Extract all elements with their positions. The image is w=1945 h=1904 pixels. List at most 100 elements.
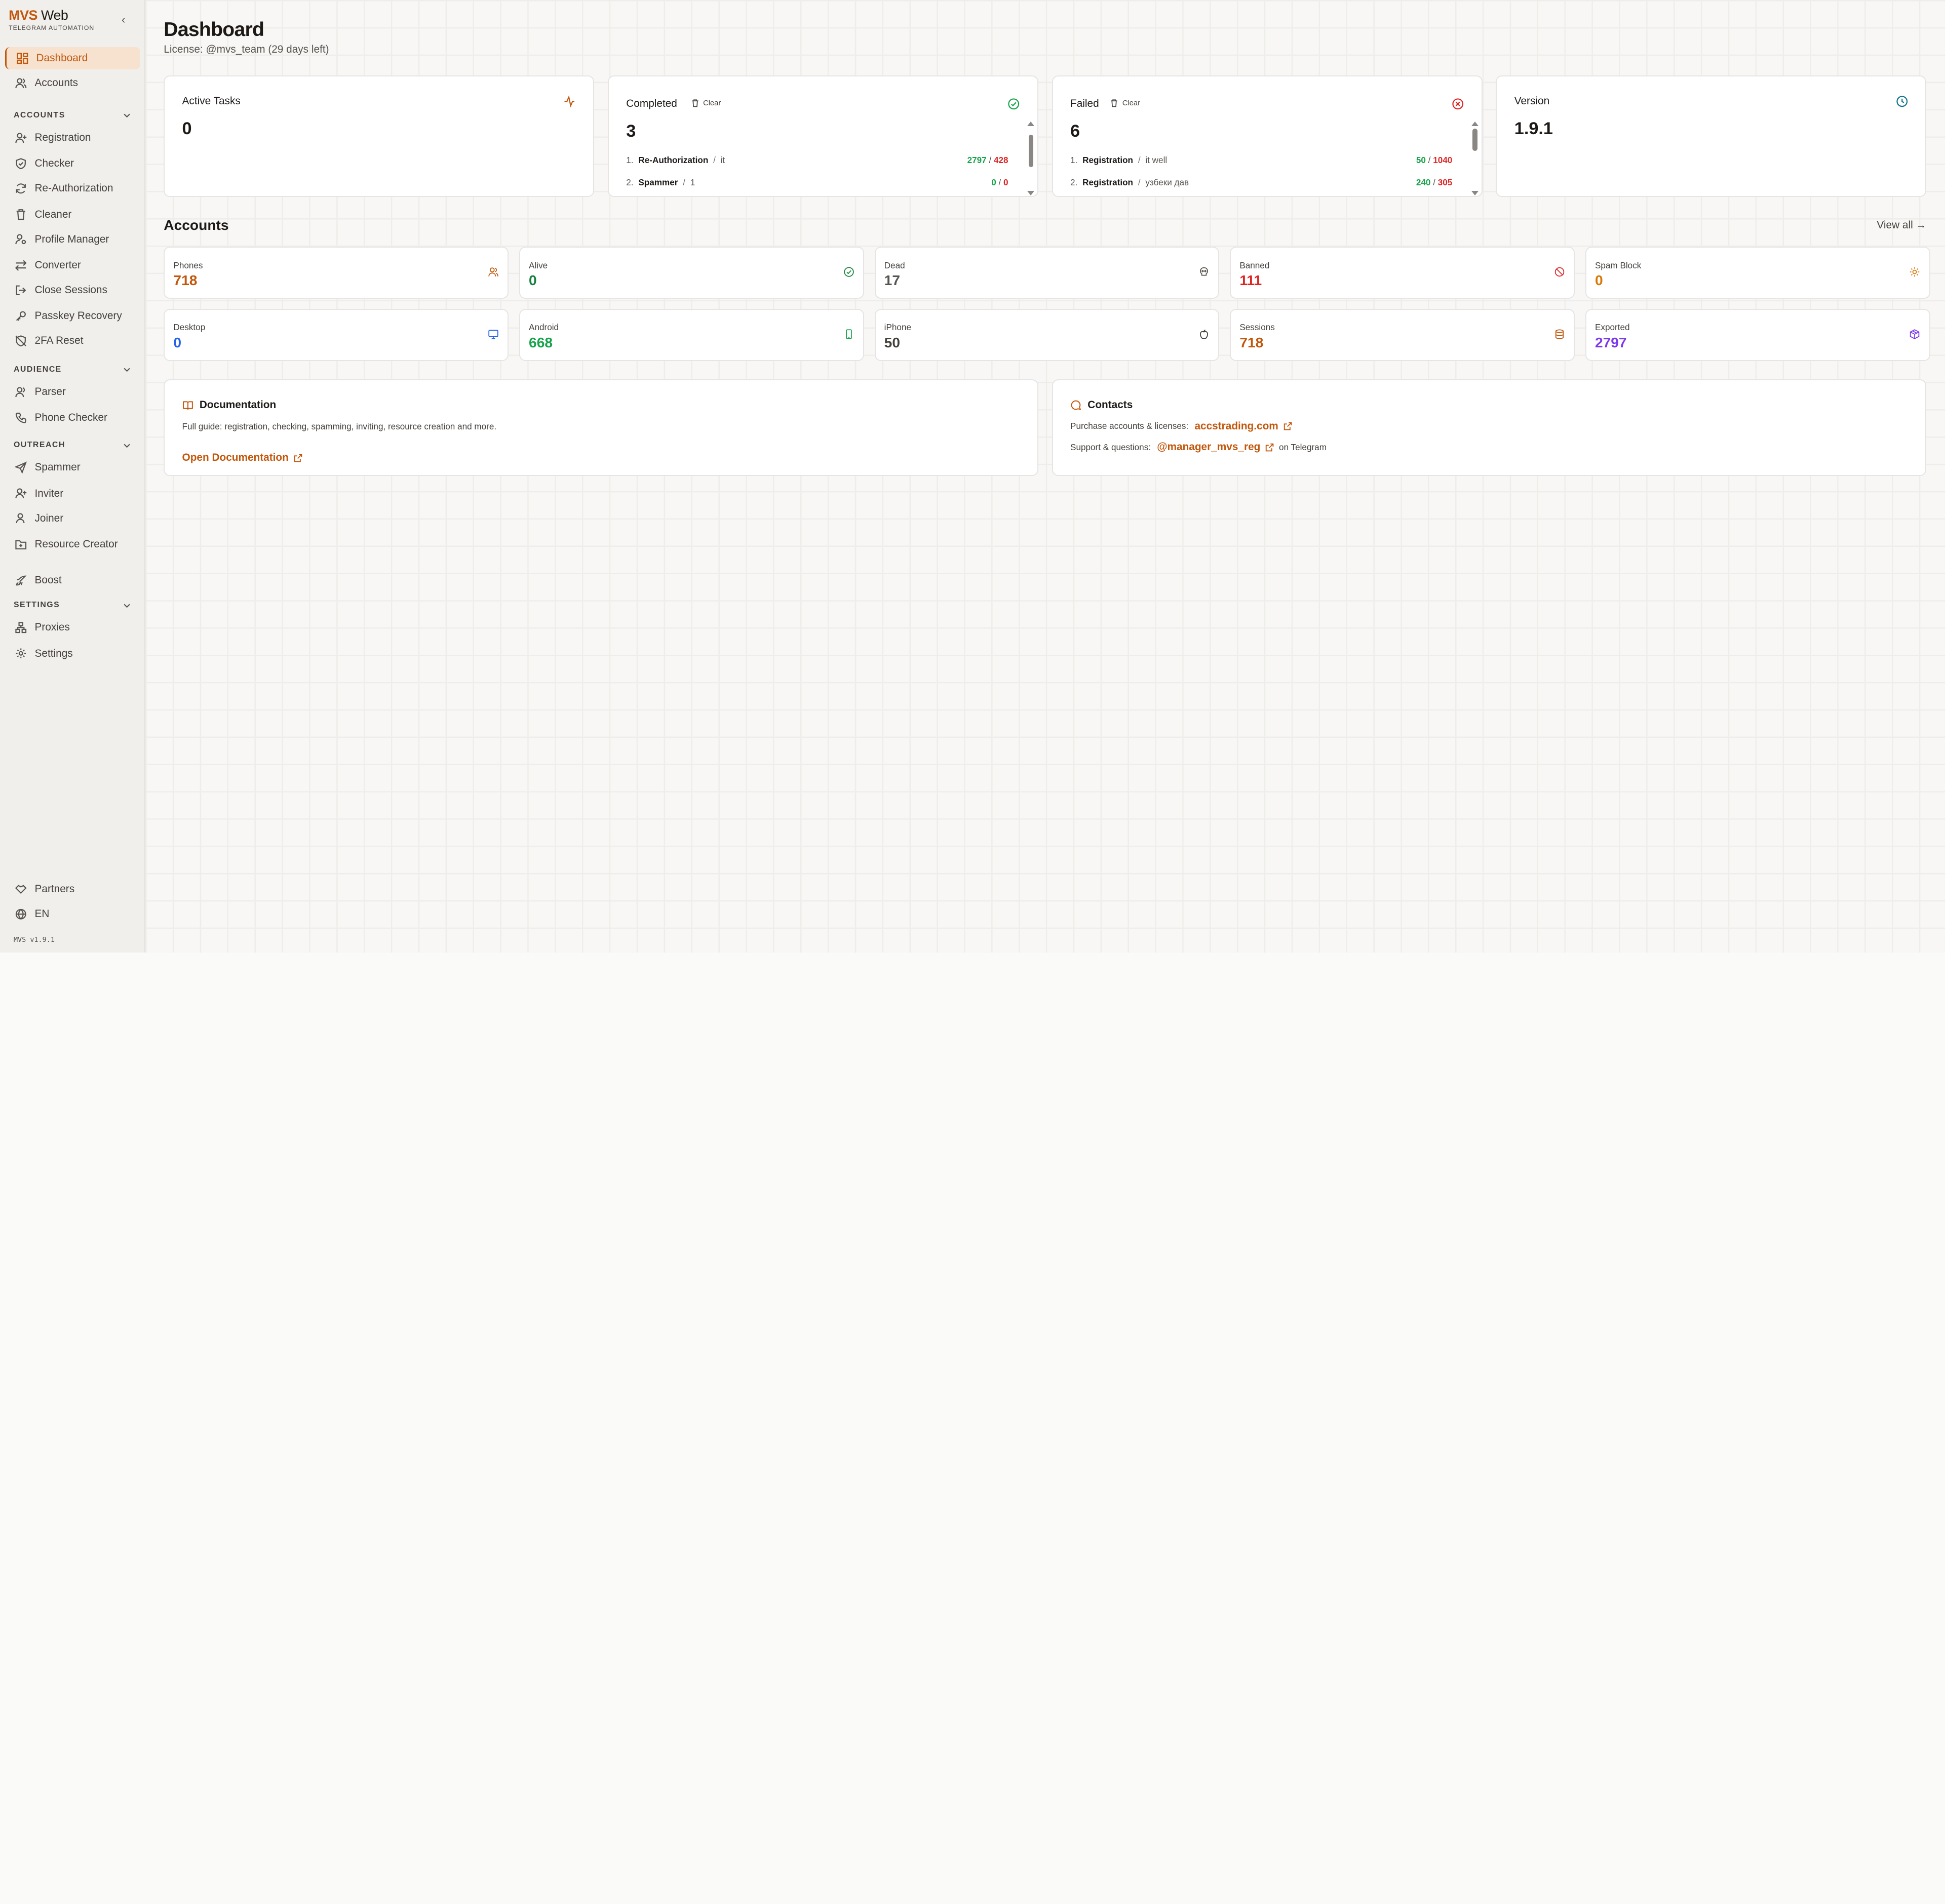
card-title: Contacts	[1070, 399, 1133, 411]
row-task: Registration	[1082, 154, 1134, 165]
metric-value: 718	[173, 272, 198, 289]
metric-label: Banned	[1239, 260, 1270, 270]
metric-value: 2797	[1594, 334, 1627, 350]
card-value: 6	[1070, 121, 1080, 141]
metric-card-exported[interactable]: Exported 2797	[1585, 308, 1930, 361]
row-sub: узбеки дав	[1145, 177, 1189, 187]
metric-card-spam-block[interactable]: Spam Block 0	[1585, 247, 1930, 299]
sidebar-item-accounts[interactable]: Accounts	[5, 72, 140, 94]
clock-icon	[1896, 96, 1908, 107]
list-item[interactable]: 1. Re-Authorization / it 2797 / 428	[626, 155, 1008, 166]
sidebar-item-passkey-recovery[interactable]: Passkey Recovery	[5, 305, 140, 327]
row-fail: 428	[993, 154, 1008, 165]
purchase-row: Purchase accounts & licenses: accstrading…	[1070, 420, 1297, 432]
phone-icon	[16, 412, 27, 423]
handshake-icon	[15, 885, 27, 894]
sidebar-item-label: Checker	[34, 157, 74, 170]
list-item[interactable]: 1. Registration / it well 50 / 1040	[1070, 155, 1452, 166]
clear-failed-button[interactable]: Clear	[1110, 99, 1140, 107]
open-documentation-link[interactable]: Open Documentation	[182, 452, 302, 464]
sidebar-item-parser[interactable]: Parser	[5, 381, 140, 403]
metric-card-alive[interactable]: Alive 0	[519, 247, 864, 299]
card-value: 1.9.1	[1514, 118, 1553, 138]
metric-card-sessions[interactable]: Sessions 718	[1230, 308, 1575, 361]
sidebar-item-phone-checker[interactable]: Phone Checker	[5, 407, 140, 429]
users-icon	[15, 386, 25, 397]
metric-card-phones[interactable]: Phones 718	[164, 247, 509, 299]
brand-logo[interactable]: MVS Web TELEGRAM AUTOMATION	[9, 8, 94, 31]
section-accounts[interactable]: ACCOUNTS	[14, 109, 132, 122]
brand-name-b: Web	[41, 7, 68, 23]
metric-value: 718	[1239, 334, 1264, 350]
support-link[interactable]: @manager_mvs_reg	[1157, 441, 1274, 453]
sidebar-item-boost[interactable]: Boost	[5, 569, 140, 591]
section-outreach[interactable]: OUTREACH	[14, 439, 132, 451]
sidebar-item-label: Cleaner	[34, 208, 72, 220]
card-title: Active Tasks	[182, 95, 241, 107]
row-ok: 0	[991, 177, 996, 187]
scrollbar[interactable]	[1471, 122, 1479, 196]
sidebar-item-checker[interactable]: Checker	[5, 152, 140, 175]
metric-value: 0	[1594, 272, 1603, 289]
row-fail: 0	[1003, 177, 1008, 187]
sidebar-item-label: Resource Creator	[34, 538, 118, 550]
sidebar-item-2fa-reset[interactable]: 2FA Reset	[5, 330, 140, 352]
external-link-icon	[1283, 422, 1292, 430]
clear-completed-button[interactable]: Clear	[691, 99, 721, 107]
external-link-icon	[1265, 443, 1274, 452]
sidebar-item-settings[interactable]: Settings	[5, 643, 140, 665]
section-settings[interactable]: SETTINGS	[14, 599, 132, 611]
language-switch[interactable]: EN	[5, 903, 140, 925]
failed-card: Failed Clear 6 1. Registration / it well 50 …	[1052, 75, 1483, 197]
metric-card-desktop[interactable]: Desktop 0	[164, 308, 509, 361]
sidebar-item-label: Inviter	[34, 487, 64, 499]
row-index: 1.	[626, 154, 634, 165]
row-task: Registration	[1082, 177, 1134, 187]
sidebar-item-proxies[interactable]: Proxies	[5, 616, 140, 639]
metric-card-banned[interactable]: Banned 111	[1230, 247, 1575, 299]
sidebar-item-partners[interactable]: Partners	[5, 878, 140, 900]
section-title: OUTREACH	[13, 441, 65, 450]
metric-value: 17	[884, 272, 900, 289]
metric-card-dead[interactable]: Dead 17	[874, 247, 1220, 299]
sidebar-item-profile-manager[interactable]: Profile Manager	[5, 228, 140, 251]
scrollbar[interactable]	[1027, 122, 1035, 196]
chevron-down-icon	[124, 113, 131, 118]
sidebar-item-resource-creator[interactable]: Resource Creator	[5, 533, 140, 556]
metric-label: Dead	[884, 260, 905, 270]
sidebar-item-converter[interactable]: Converter	[5, 254, 140, 276]
list-item[interactable]: 2. Registration / узбеки дав 240 / 305	[1070, 177, 1452, 188]
view-all-link[interactable]: View all →	[1877, 219, 1926, 231]
metric-card-iphone[interactable]: iPhone 50	[874, 308, 1220, 361]
user-plus-icon	[15, 488, 27, 499]
chat-icon	[1071, 400, 1081, 410]
section-title: AUDIENCE	[13, 365, 62, 374]
sidebar-item-dashboard[interactable]: Dashboard	[5, 47, 140, 70]
sidebar-item-joiner[interactable]: Joiner	[5, 507, 140, 530]
section-heading: Accounts	[164, 217, 229, 233]
rocket-icon	[16, 575, 27, 586]
sidebar-item-label: Accounts	[34, 77, 79, 89]
row-ok: 2797	[967, 154, 987, 165]
collapse-sidebar-icon[interactable]: ‹	[122, 13, 132, 26]
sidebar-item-re-authorization[interactable]: Re-Authorization	[5, 177, 140, 200]
sidebar-item-registration[interactable]: Registration	[5, 127, 140, 149]
docs-description: Full guide: registration, checking, spam…	[182, 421, 497, 432]
documentation-card: Documentation Full guide: registration, …	[164, 379, 1038, 477]
metric-card-android[interactable]: Android 668	[519, 308, 864, 361]
sidebar-item-inviter[interactable]: Inviter	[5, 483, 140, 505]
trash-icon	[17, 209, 26, 220]
purchase-link[interactable]: accstrading.com	[1194, 420, 1292, 432]
purchase-label: Purchase accounts & licenses:	[1070, 421, 1189, 431]
ban-icon	[1554, 267, 1565, 277]
clear-label: Clear	[703, 99, 721, 108]
dashboard-icon	[17, 53, 28, 64]
skull-icon	[1200, 267, 1209, 276]
section-audience[interactable]: AUDIENCE	[14, 364, 132, 376]
list-item[interactable]: 2. Spammer/1 0 / 0	[626, 177, 1008, 188]
row-index: 2.	[1070, 177, 1078, 187]
sidebar-item-spammer[interactable]: Spammer	[5, 456, 140, 479]
sidebar-item-cleaner[interactable]: Cleaner	[5, 204, 140, 226]
sidebar-item-close-sessions[interactable]: Close Sessions	[5, 279, 140, 301]
globe-icon	[16, 908, 27, 920]
